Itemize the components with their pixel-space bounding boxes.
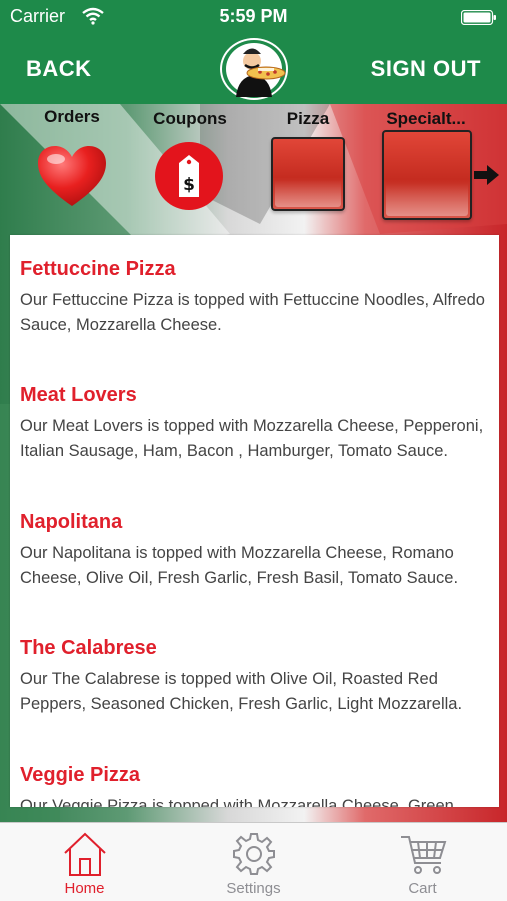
price-tag-icon: $ [155,142,223,210]
pizza-tile-icon [271,137,345,211]
gear-icon [232,833,275,875]
app-header: Carrier 5:59 PM BACK SIGN OUT [0,0,507,104]
specialties-tile-icon [382,130,472,220]
category-label: Orders [44,107,100,126]
tab-home[interactable]: Home [0,823,169,901]
menu-item-name: Napolitana [20,511,123,533]
pizza-chef-logo-icon [220,38,288,100]
status-time: 5:59 PM [219,6,288,26]
menu-item-name: The Calabrese [20,637,157,659]
sign-out-button[interactable]: SIGN OUT [371,56,481,82]
category-orders[interactable]: Orders [30,104,114,216]
category-coupons[interactable]: Coupons $ [150,104,230,216]
category-label: Specialt... [386,109,466,128]
tab-label: Cart [408,880,437,897]
menu-item-description: Our Veggie Pizza is topped with Mozzarel… [20,797,454,807]
category-label: Pizza [286,109,330,128]
menu-item-description: Our Meat Lovers is topped with Mozzarell… [20,417,484,460]
category-label: Coupons [153,109,227,128]
home-icon [63,832,106,876]
menu-item-description: Our The Calabrese is topped with Olive O… [20,670,463,713]
back-button[interactable]: BACK [26,56,92,82]
menu-item-description: Our Fettuccine Pizza is topped with Fett… [20,291,485,334]
cart-icon [400,836,446,874]
tab-cart[interactable]: Cart [338,823,507,901]
arrow-right-icon[interactable] [474,164,500,186]
menu-item[interactable]: Napolitana Our Napolitana is topped with… [20,510,494,591]
menu-item-name: Veggie Pizza [20,764,141,786]
menu-item[interactable]: The Calabrese Our The Calabrese is toppe… [20,636,494,717]
svg-text:$: $ [183,175,195,195]
heart-icon [38,146,106,206]
category-specialties[interactable]: Specialt... [380,104,472,224]
menu-item[interactable]: Fettuccine Pizza Our Fettuccine Pizza is… [20,257,494,338]
tab-label: Home [64,880,105,897]
tab-label: Settings [226,880,281,897]
menu-list[interactable]: Fettuccine Pizza Our Fettuccine Pizza is… [10,235,499,807]
menu-item-description: Our Napolitana is topped with Mozzarella… [20,544,459,587]
tab-bar: Home Settings Cart [0,822,507,901]
menu-item-name: Meat Lovers [20,384,137,406]
category-pizza[interactable]: Pizza [266,104,350,216]
menu-item-name: Fettuccine Pizza [20,258,176,280]
status-bar: Carrier 5:59 PM [0,0,507,34]
menu-item[interactable]: Meat Lovers Our Meat Lovers is topped wi… [20,383,494,464]
battery-icon [461,10,496,25]
tab-settings[interactable]: Settings [169,823,338,901]
menu-item[interactable]: Veggie Pizza Our Veggie Pizza is topped … [20,763,494,807]
